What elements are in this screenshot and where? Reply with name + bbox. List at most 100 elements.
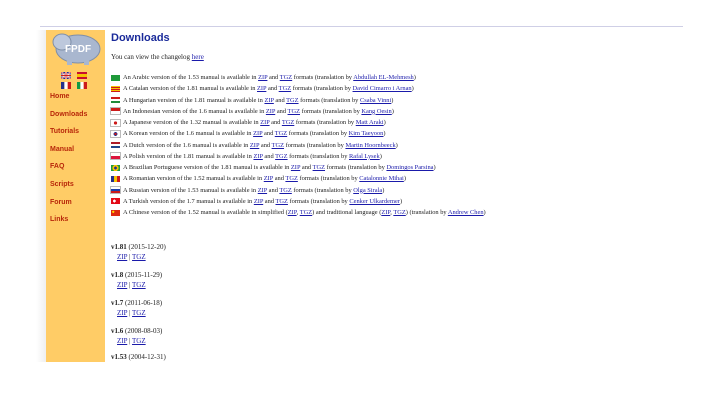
zip-link[interactable]: ZIP (260, 119, 269, 126)
zip-link[interactable]: ZIP (264, 175, 273, 182)
version-date: (2015-11-29) (123, 271, 163, 279)
korean-flag-icon (110, 129, 121, 138)
zip-link[interactable]: ZIP (250, 142, 259, 149)
tgz-link[interactable]: TGZ (276, 198, 288, 205)
zip-link[interactable]: ZIP (117, 309, 127, 317)
version-number: v1.6 (111, 327, 124, 335)
japanese-flag-icon (110, 118, 121, 127)
version-entry: v1.81 (2015-12-20) ZIP | TGZ (111, 243, 166, 261)
tgz-link[interactable]: TGZ (300, 209, 312, 216)
spanish-flag-icon[interactable] (77, 72, 87, 79)
translator-link[interactable]: Csaba Vinni (360, 97, 391, 104)
hungarian-flag-icon (111, 97, 120, 104)
zip-link[interactable]: ZIP (258, 187, 267, 194)
tgz-link[interactable]: TGZ (280, 74, 292, 81)
version-date: (2011-06-18) (123, 299, 163, 307)
changelog-link[interactable]: here (192, 53, 204, 61)
nav-manual[interactable]: Manual (50, 145, 106, 163)
arabic-flag-icon (111, 74, 120, 81)
polish-flag-icon (110, 152, 121, 161)
version-number: v1.53 (111, 353, 127, 361)
tgz-link[interactable]: TGZ (288, 108, 300, 115)
nav-faq[interactable]: FAQ (50, 162, 106, 180)
translation-item: A Turkish version of the 1.7 manual is a… (111, 196, 486, 207)
zip-link[interactable]: ZIP (257, 85, 266, 92)
translator-link[interactable]: Cenker Ulkardemer (349, 198, 400, 205)
italian-flag-icon[interactable] (77, 82, 87, 89)
page-title: Downloads (111, 32, 170, 44)
zip-link[interactable]: ZIP (266, 108, 275, 115)
english-flag-icon[interactable] (61, 72, 71, 79)
translation-item: A Japanese version of the 1.32 manual is… (110, 117, 486, 128)
translator-link[interactable]: Martin Hoornbeeck (345, 142, 395, 149)
version-entry: v1.6 (2008-08-03) ZIP | TGZ (111, 327, 163, 345)
zip-link[interactable]: ZIP (288, 209, 297, 216)
tgz-link[interactable]: TGZ (275, 153, 287, 160)
dutch-flag-icon (111, 142, 120, 149)
zip-link[interactable]: ZIP (253, 153, 262, 160)
nav-links[interactable]: Links (50, 215, 106, 233)
tgz-link[interactable]: TGZ (132, 309, 146, 317)
zip-link[interactable]: ZIP (117, 337, 127, 345)
zip-link[interactable]: ZIP (264, 97, 273, 104)
intro-text: You can view the changelog here (111, 53, 204, 61)
catalan-flag-icon (111, 85, 120, 92)
top-border (40, 26, 683, 27)
tgz-link[interactable]: TGZ (282, 119, 294, 126)
nav-forum[interactable]: Forum (50, 198, 106, 216)
zip-link[interactable]: ZIP (117, 281, 127, 289)
tgz-link[interactable]: TGZ (272, 142, 284, 149)
nav-tutorials[interactable]: Tutorials (50, 127, 106, 145)
nav-downloads[interactable]: Downloads (50, 110, 106, 128)
romanian-flag-icon (111, 175, 120, 182)
tgz-link[interactable]: TGZ (279, 187, 291, 194)
translation-item: A Korean version of the 1.6 manual is av… (110, 128, 486, 139)
tgz-link[interactable]: TGZ (132, 281, 146, 289)
russian-flag-icon (110, 186, 121, 195)
translator-link[interactable]: Domingos Parsina (386, 164, 433, 171)
translator-link[interactable]: Catalonnie Mihai (359, 175, 404, 182)
tgz-link-traditional[interactable]: TGZ (393, 209, 405, 216)
turkish-flag-icon (111, 198, 120, 205)
version-number: v1.8 (111, 271, 124, 279)
intro-label: You can view the changelog (111, 53, 192, 61)
translator-link[interactable]: Abdullah EL-Mehmesh (353, 74, 414, 81)
translator-link[interactable]: Kim Taeyoon (349, 130, 384, 137)
zip-link[interactable]: ZIP (291, 164, 300, 171)
translator-link[interactable]: Andrew Chen (448, 209, 484, 216)
version-entry: v1.8 (2015-11-29) ZIP | TGZ (111, 271, 163, 289)
tgz-link[interactable]: TGZ (285, 175, 297, 182)
translator-link[interactable]: Kang Oesin (361, 108, 391, 115)
fpdf-logo[interactable]: FPDF (50, 32, 102, 66)
zip-link[interactable]: ZIP (254, 198, 263, 205)
version-entry: v1.7 (2011-06-18) ZIP | TGZ (111, 299, 163, 317)
translation-item: A Brazilian Portuguese version of the 1.… (111, 162, 486, 173)
translation-item: A Catalan version of the 1.81 manual is … (111, 83, 486, 94)
french-flag-icon[interactable] (61, 82, 71, 89)
indonesian-flag-icon (110, 107, 121, 116)
tgz-link[interactable]: TGZ (313, 164, 325, 171)
version-date: (2008-08-03) (123, 327, 163, 335)
translator-link[interactable]: Rafal Lysek (349, 153, 380, 160)
tgz-link[interactable]: TGZ (286, 97, 298, 104)
nav-home[interactable]: Home (50, 92, 106, 110)
version-date: (2015-12-20) (126, 243, 166, 251)
sidebar-nav: Home Downloads Tutorials Manual FAQ Scri… (50, 92, 106, 233)
chinese-flag-icon (111, 209, 120, 216)
version-number: v1.81 (111, 243, 127, 251)
zip-link-traditional[interactable]: ZIP (381, 209, 390, 216)
tgz-link[interactable]: TGZ (132, 253, 146, 261)
tgz-link[interactable]: TGZ (275, 130, 287, 137)
tgz-link[interactable]: TGZ (279, 85, 291, 92)
left-shadow (36, 30, 46, 362)
version-date: (2004-12-31) (126, 353, 166, 361)
translator-link[interactable]: Matt Araki (356, 119, 384, 126)
tgz-link[interactable]: TGZ (132, 337, 146, 345)
translation-item: An Arabic version of the 1.53 manual is … (111, 72, 486, 83)
sidebar: FPDF Home Downloads Tutorials Manual FAQ… (46, 30, 105, 362)
nav-scripts[interactable]: Scripts (50, 180, 106, 198)
translator-link[interactable]: Olga Sirala (353, 187, 382, 194)
zip-link[interactable]: ZIP (117, 253, 127, 261)
logo-text: FPDF (65, 44, 91, 55)
translator-link[interactable]: David Cimarro i Arnan (353, 85, 412, 92)
